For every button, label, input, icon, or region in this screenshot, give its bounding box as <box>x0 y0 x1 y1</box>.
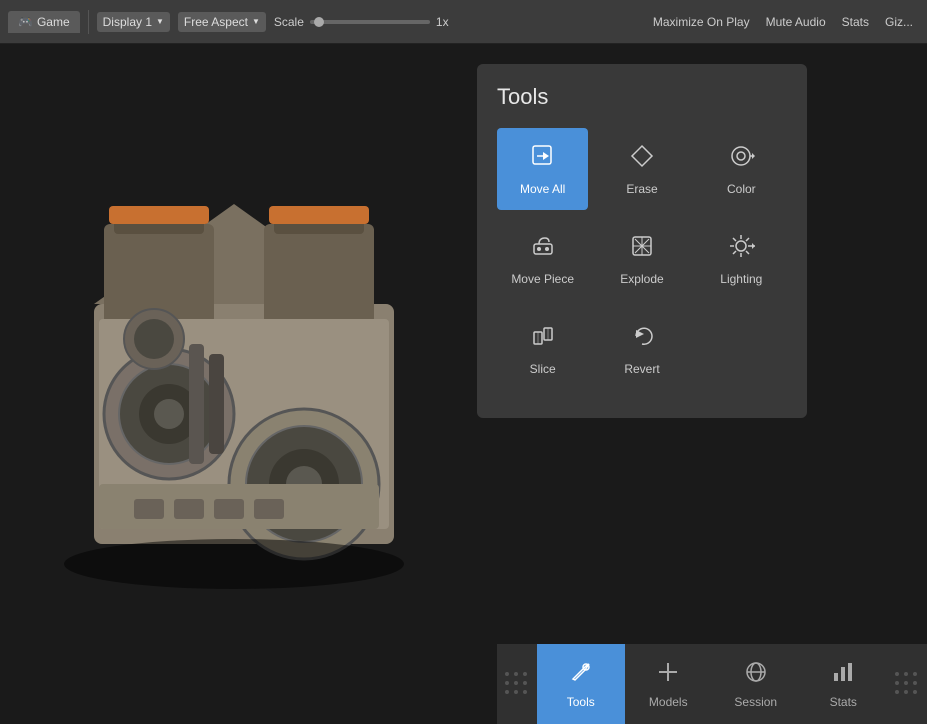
tools-panel-title: Tools <box>497 84 787 110</box>
display-label: Display 1 <box>103 15 152 29</box>
nav-models-icon <box>655 659 681 691</box>
tool-revert-label: Revert <box>624 362 659 376</box>
tool-move-all[interactable]: Move All <box>497 128 588 210</box>
maximize-on-play-btn[interactable]: Maximize On Play <box>647 12 756 32</box>
aspect-dropdown[interactable]: Free Aspect ▼ <box>178 12 266 32</box>
nav-stats[interactable]: Stats <box>800 644 888 724</box>
tool-explode[interactable]: Explode <box>596 218 687 300</box>
game-tab-label: Game <box>37 15 70 29</box>
scale-text: Scale <box>274 15 304 29</box>
tool-revert[interactable]: Revert <box>596 308 687 390</box>
bottom-nav: Tools Models Session <box>497 644 927 724</box>
erase-icon <box>628 142 656 174</box>
tool-move-piece-label: Move Piece <box>511 272 574 286</box>
nav-drag-right <box>887 644 927 724</box>
color-icon <box>727 142 755 174</box>
nav-session-label: Session <box>734 695 777 709</box>
nav-tools-label: Tools <box>567 695 595 709</box>
toolbar-right: Maximize On Play Mute Audio Stats Giz... <box>647 12 919 32</box>
nav-stats-icon <box>830 659 856 691</box>
move-piece-icon <box>529 232 557 264</box>
drag-dot <box>523 690 527 694</box>
nav-models[interactable]: Models <box>625 644 713 724</box>
drag-dot <box>523 681 527 685</box>
drag-dot <box>913 672 917 676</box>
drag-dot <box>514 672 518 676</box>
drag-dot <box>895 681 899 685</box>
aspect-arrow-icon: ▼ <box>252 17 260 26</box>
game-tab-icon: 🎮 <box>18 15 33 29</box>
toolbar-divider-1 <box>88 10 89 34</box>
display-dropdown[interactable]: Display 1 ▼ <box>97 12 170 32</box>
toolbar: 🎮 Game Display 1 ▼ Free Aspect ▼ Scale 1… <box>0 0 927 44</box>
nav-stats-label: Stats <box>830 695 857 709</box>
nav-session-icon <box>743 659 769 691</box>
gizmos-btn[interactable]: Giz... <box>879 12 919 32</box>
move-all-icon <box>529 142 557 174</box>
engine-container <box>14 144 454 624</box>
scale-slider-thumb <box>314 17 324 27</box>
stats-btn[interactable]: Stats <box>836 12 875 32</box>
tools-panel: Tools Move All <box>477 64 807 418</box>
scale-slider[interactable] <box>310 20 430 24</box>
drag-dot <box>505 690 509 694</box>
tool-color-label: Color <box>727 182 756 196</box>
nav-tools[interactable]: Tools <box>537 644 625 724</box>
game-tab[interactable]: 🎮 Game <box>8 11 80 33</box>
nav-tools-icon <box>568 659 594 691</box>
tool-explode-label: Explode <box>620 272 663 286</box>
nav-drag-left <box>497 644 537 724</box>
tool-erase-label: Erase <box>626 182 657 196</box>
mute-audio-btn[interactable]: Mute Audio <box>760 12 832 32</box>
tools-grid: Move All Erase <box>497 128 787 390</box>
drag-dot <box>913 690 917 694</box>
lighting-icon <box>727 232 755 264</box>
game-view: Tools Move All <box>0 44 927 724</box>
drag-dot <box>514 690 518 694</box>
tool-slice-label: Slice <box>530 362 556 376</box>
slice-icon <box>529 322 557 354</box>
explode-icon <box>628 232 656 264</box>
tool-lighting[interactable]: Lighting <box>696 218 787 300</box>
nav-session[interactable]: Session <box>712 644 800 724</box>
drag-dot <box>505 681 509 685</box>
tool-lighting-label: Lighting <box>720 272 762 286</box>
tool-slice[interactable]: Slice <box>497 308 588 390</box>
aspect-label: Free Aspect <box>184 15 248 29</box>
tool-move-piece[interactable]: Move Piece <box>497 218 588 300</box>
drag-dot <box>895 672 899 676</box>
drag-dot <box>904 690 908 694</box>
tool-move-all-label: Move All <box>520 182 565 196</box>
drag-dot <box>904 672 908 676</box>
drag-dot <box>505 672 509 676</box>
display-arrow-icon: ▼ <box>156 17 164 26</box>
drag-dot <box>895 690 899 694</box>
scale-value: 1x <box>436 15 449 29</box>
revert-icon <box>628 322 656 354</box>
drag-dot <box>913 681 917 685</box>
scale-control: Scale 1x <box>274 15 449 29</box>
tool-color[interactable]: Color <box>696 128 787 210</box>
drag-dot <box>523 672 527 676</box>
nav-models-label: Models <box>649 695 688 709</box>
drag-dot <box>904 681 908 685</box>
drag-dots-left <box>505 672 529 696</box>
tool-erase[interactable]: Erase <box>596 128 687 210</box>
drag-dots-right <box>895 672 919 696</box>
drag-dot <box>514 681 518 685</box>
engine-svg <box>14 144 454 624</box>
